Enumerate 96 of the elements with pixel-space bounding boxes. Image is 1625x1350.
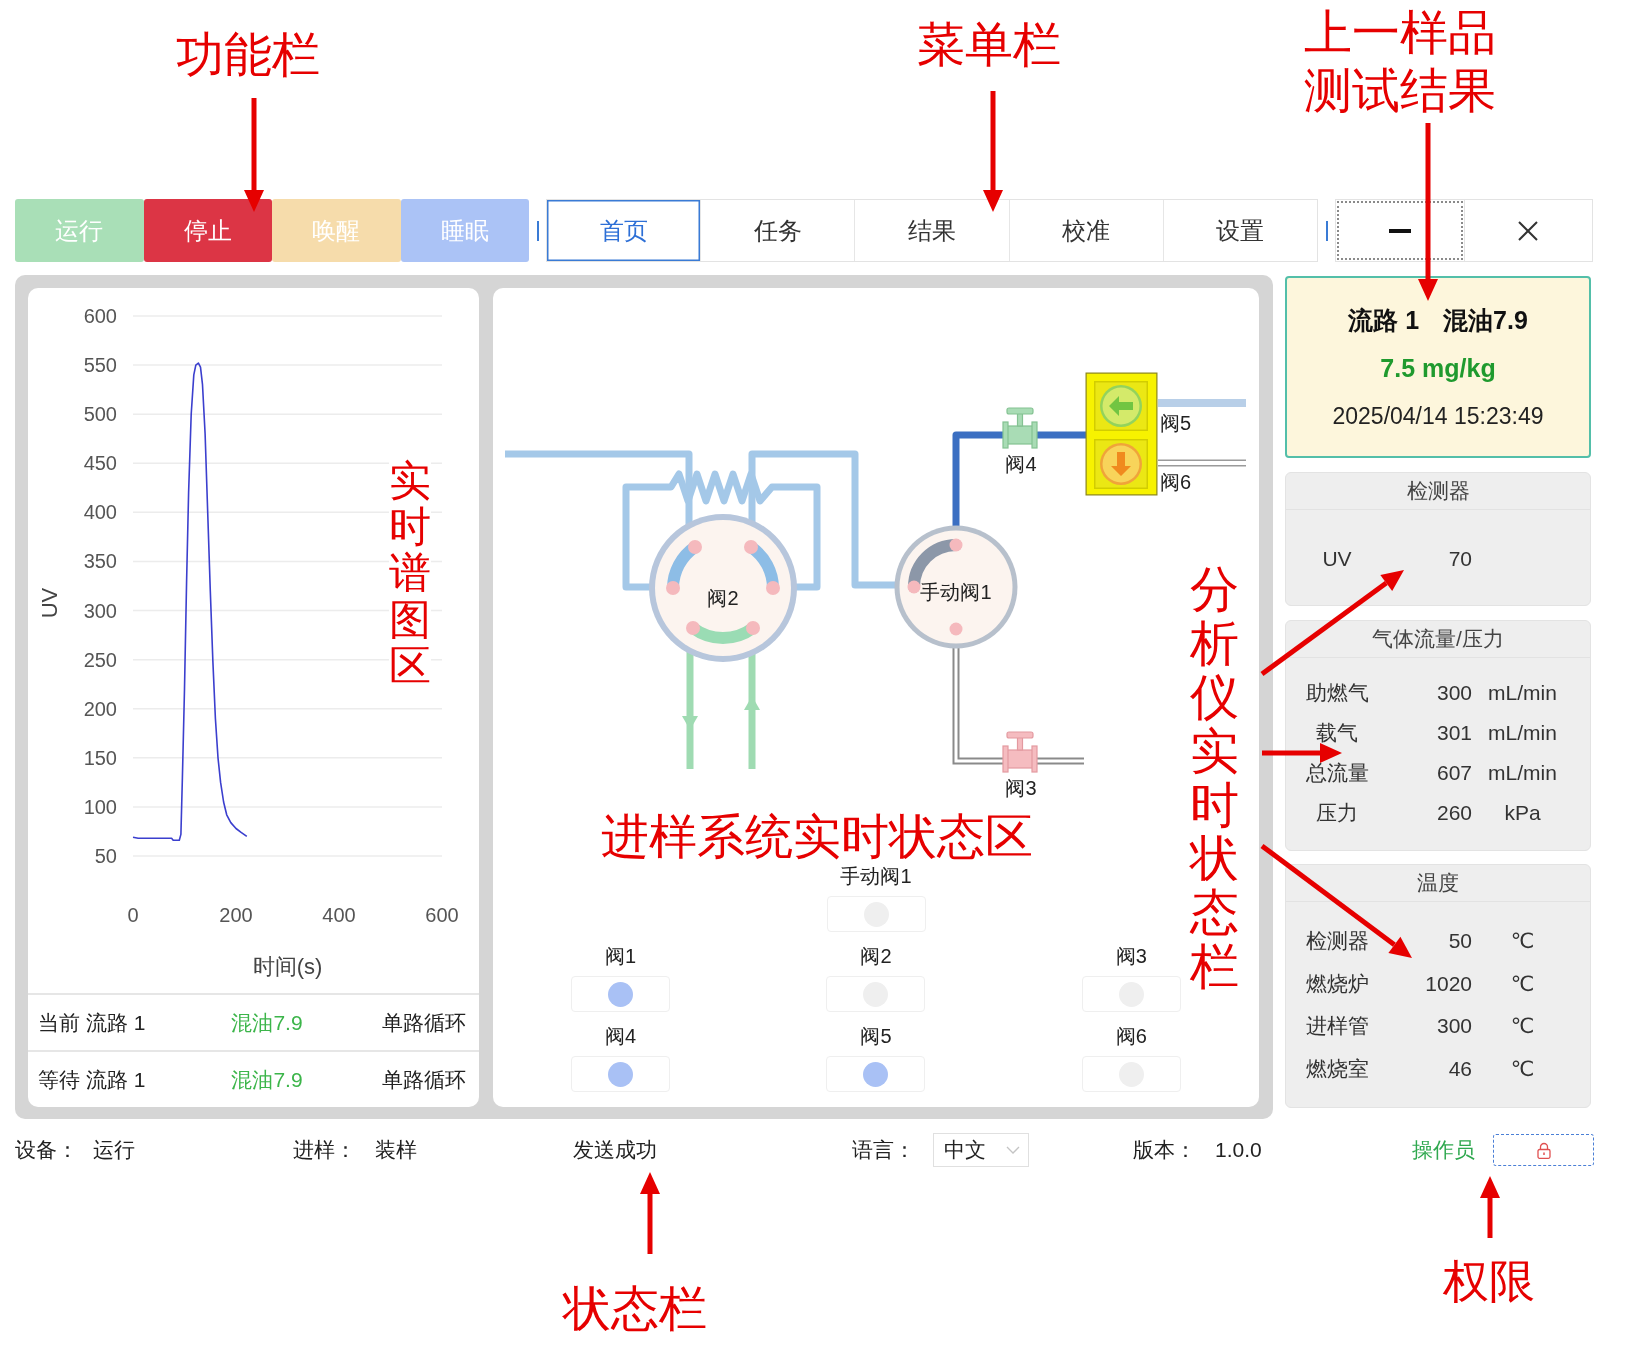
queue-status: 当前 流路 1: [38, 1009, 147, 1036]
reading-value: 1020: [1424, 971, 1472, 996]
reading-value: 260: [1435, 801, 1472, 825]
x-tick-label: 200: [219, 904, 253, 926]
status-label: 进样：: [293, 1137, 357, 1163]
reading-value: 70: [1447, 547, 1472, 571]
language-dropdown[interactable]: 中文: [933, 1133, 1029, 1167]
y-tick-label: 400: [83, 501, 117, 524]
valve-label: 手动阀1: [920, 581, 992, 603]
reading-value: 46: [1447, 1056, 1472, 1081]
y-axis-label: UV: [36, 587, 62, 619]
x-tick-label: 0: [127, 904, 139, 926]
status-label: 设备：: [15, 1137, 79, 1163]
sample-name: 混油7.9: [230, 1066, 304, 1093]
annotation-label: 功能栏: [176, 30, 320, 78]
y-tick-label: 500: [83, 403, 117, 426]
chevron-down-icon: [1006, 1146, 1020, 1154]
reading-value: 300: [1435, 681, 1472, 705]
annotation-arrow: [1480, 1176, 1500, 1238]
reading-value: 300: [1435, 1014, 1472, 1039]
route-name: 流路 1: [1348, 304, 1420, 336]
y-tick-label: 200: [83, 697, 117, 720]
reading-label: 助燃气: [1304, 680, 1370, 706]
x-axis-label: 时间(s): [252, 953, 323, 979]
minimize-icon: [1388, 228, 1411, 233]
annotation-label: 权限: [1443, 1258, 1535, 1304]
y-tick-label: 50: [94, 845, 117, 867]
reading-label: 压力: [1315, 800, 1359, 826]
panel-title: 检测器: [1406, 478, 1470, 504]
valve-label: 阀3: [1115, 944, 1147, 968]
panel-title: 气体流量/压力: [1372, 626, 1504, 652]
y-tick-label: 100: [83, 795, 117, 818]
reading-label: 燃烧炉: [1304, 970, 1370, 997]
close-icon: [1518, 220, 1539, 241]
user-role: 操作员: [1412, 1137, 1476, 1163]
sample-name: 混油7.9: [1443, 304, 1528, 336]
valve-label: 阀2: [860, 944, 892, 968]
reading-unit: ℃: [1509, 929, 1536, 954]
x-tick-label: 400: [322, 904, 356, 926]
lock-button[interactable]: [1493, 1134, 1594, 1166]
reading-unit: ℃: [1509, 1014, 1536, 1039]
reading-label: 检测器: [1304, 928, 1370, 955]
status-value: 运行: [93, 1137, 136, 1163]
reading-unit: ℃: [1509, 971, 1536, 996]
version-label: 版本：: [1133, 1137, 1197, 1163]
reading-unit: ℃: [1509, 1056, 1536, 1081]
valve-label: 阀5: [860, 1024, 892, 1048]
valve-label: 阀6: [1115, 1024, 1147, 1048]
result-time: 2025/04/14 15:23:49: [1332, 402, 1544, 431]
loop-mode: 单路循环: [381, 1066, 466, 1093]
reading-unit: mL/min: [1487, 721, 1558, 745]
loop-mode: 单路循环: [381, 1009, 466, 1036]
y-tick-label: 150: [83, 746, 117, 769]
result-value: 7.5 mg/kg: [1380, 353, 1496, 384]
x-tick-label: 600: [425, 904, 459, 926]
valve-label: 阀4: [605, 1024, 637, 1048]
valve-label: 手动阀1: [840, 864, 912, 888]
valve-label: 阀6: [1160, 471, 1192, 493]
language-label: 语言：: [852, 1137, 916, 1163]
menu-tab[interactable]: 首页: [547, 200, 702, 261]
version-value: 1.0.0: [1215, 1138, 1263, 1162]
reading-unit: kPa: [1503, 801, 1542, 825]
annotation-label: 状态栏: [563, 1284, 707, 1332]
lock-icon: [1536, 1141, 1551, 1159]
switch-button[interactable]: [1085, 434, 1158, 496]
y-tick-label: 350: [83, 550, 117, 573]
valve-label: 阀1: [605, 944, 637, 968]
minimize-button[interactable]: [1336, 200, 1464, 261]
y-tick-label: 550: [83, 354, 117, 377]
y-tick-label: 600: [83, 305, 117, 327]
y-tick-label: 300: [83, 599, 117, 622]
valve-label: 阀2: [707, 587, 739, 609]
y-tick-label: 250: [83, 648, 117, 671]
valve-label: 阀4: [1005, 453, 1037, 475]
valve-label: 阀5: [1160, 412, 1192, 434]
reading-label: 总流量: [1304, 760, 1370, 786]
reading-value: 50: [1447, 929, 1472, 954]
annotation-label: 进样系统实时状态区: [601, 812, 1033, 860]
queue-status: 等待 流路 1: [38, 1066, 147, 1093]
reading-unit: mL/min: [1487, 761, 1558, 785]
y-tick-label: 450: [83, 452, 117, 475]
valve-label: 阀3: [1005, 777, 1037, 799]
reading-label: 载气: [1315, 720, 1359, 746]
reading-label: 进样管: [1304, 1013, 1370, 1040]
reading-value: 301: [1435, 721, 1472, 745]
status-value: 装样: [375, 1137, 418, 1163]
stop-button[interactable]: 停止: [143, 199, 272, 262]
status-message: 发送成功: [573, 1137, 658, 1163]
reading-value: 607: [1435, 761, 1472, 785]
switch-button[interactable]: [1085, 372, 1158, 434]
annotation-label: 菜单栏: [917, 20, 1061, 68]
reading-label: UV: [1321, 547, 1353, 571]
sample-name: 混油7.9: [230, 1009, 304, 1036]
panel-title: 温度: [1417, 870, 1459, 896]
reading-label: 燃烧室: [1304, 1055, 1370, 1082]
reading-unit: mL/min: [1487, 681, 1558, 705]
